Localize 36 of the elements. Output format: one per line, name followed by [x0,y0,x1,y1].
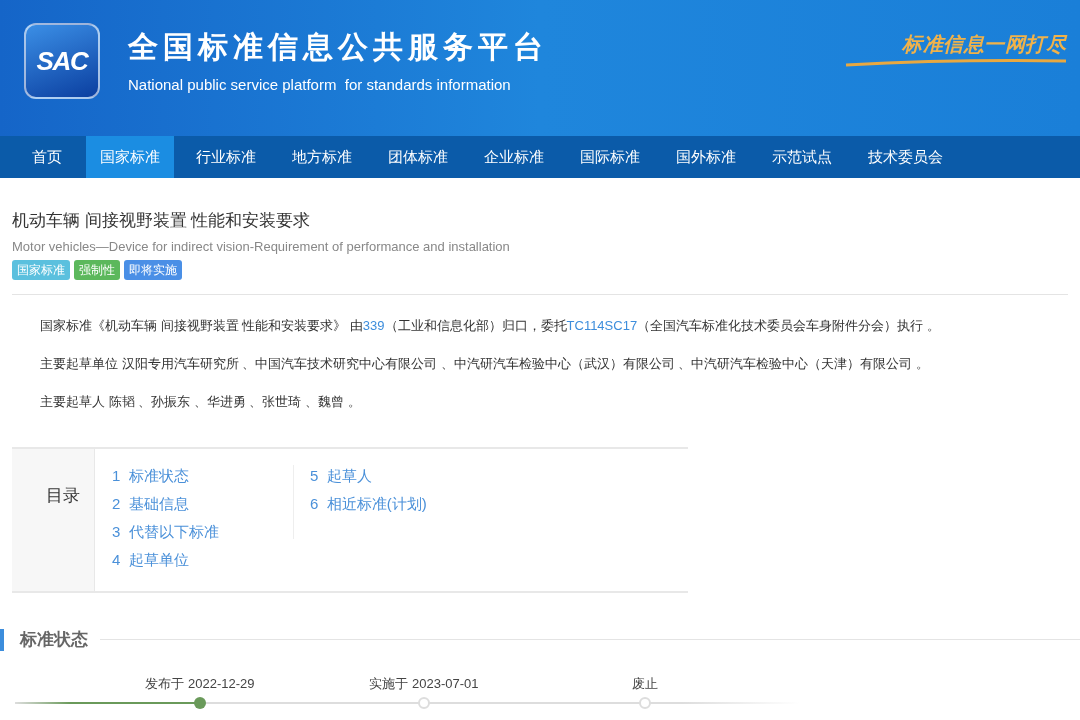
standard-tag: 即将实施 [124,259,182,280]
toc-link[interactable]: 5 起草人 [310,464,427,487]
standard-tag: 国家标准 [12,259,70,280]
section-heading: 标准状态 [20,628,88,651]
site-title: 全国标准信息公共服务平台 [128,29,548,65]
summary-paragraph: 国家标准《机动车辆 间接视野装置 性能和安装要求》 由339（工业和信息化部）归口，委托TC114SC17（全国汽车标准化技术委员会车身附件分会）执行 。 [40,316,941,335]
nav-tab[interactable]: 团体标准 [374,136,462,178]
nav-tab[interactable]: 行业标准 [182,136,270,178]
standard-title: 机动车辆 间接视野装置 性能和安装要求 [12,210,312,232]
toc-link[interactable]: 6 相近标准(计划) [310,492,427,515]
timeline-label: 实施于 2023-07-01 [369,675,479,694]
nav-tab[interactable]: 地方标准 [278,136,366,178]
nav-tab[interactable]: 国际标准 [566,136,654,178]
toc-link[interactable]: 2 基础信息 [112,492,285,515]
committee-link[interactable]: 339 [362,317,385,333]
toc-link[interactable]: 1 标准状态 [112,464,285,487]
toc-label: 目录 [46,484,80,507]
section-marker [0,628,4,651]
standard-tag: 强制性 [74,259,120,280]
summary-paragraph: 主要起草人 陈韬 、孙振东 、华进勇 、张世琦 、魏曾 。 [40,392,362,411]
standard-english-title: Motor vehicles—Device for indirect vision-Requirement of performance and installation [12,238,511,257]
summary-paragraph: 主要起草单位 汉阳专用汽车研究所 、中国汽车技术研究中心有限公司 、中汽研汽车检验中心（武汉）有限公司 、中汽研汽车检验中心（天津）有限公司 。 [40,354,931,373]
nav-tab[interactable]: 国家标准 [86,136,174,178]
nav-tab[interactable]: 国外标准 [662,136,750,178]
site-subtitle: National public service platform for standards information [128,74,512,95]
nav-tab[interactable]: 企业标准 [470,136,558,178]
site-logo[interactable]: SAC [24,23,100,99]
nav-tab[interactable]: 示范试点 [758,136,846,178]
nav-tab[interactable]: 首页 [8,136,86,178]
committee-link[interactable]: TC114SC17 [566,317,638,333]
timeline-label: 废止 [632,675,658,694]
toc-link[interactable]: 4 起草单位 [112,548,285,571]
nav-tab[interactable]: 技术委员会 [854,136,957,178]
slogan: 标准信息一网打尽 [902,31,1066,58]
toc-link[interactable]: 3 代替以下标准 [112,520,285,543]
timeline-label: 发布于 2022-12-29 [145,675,255,694]
